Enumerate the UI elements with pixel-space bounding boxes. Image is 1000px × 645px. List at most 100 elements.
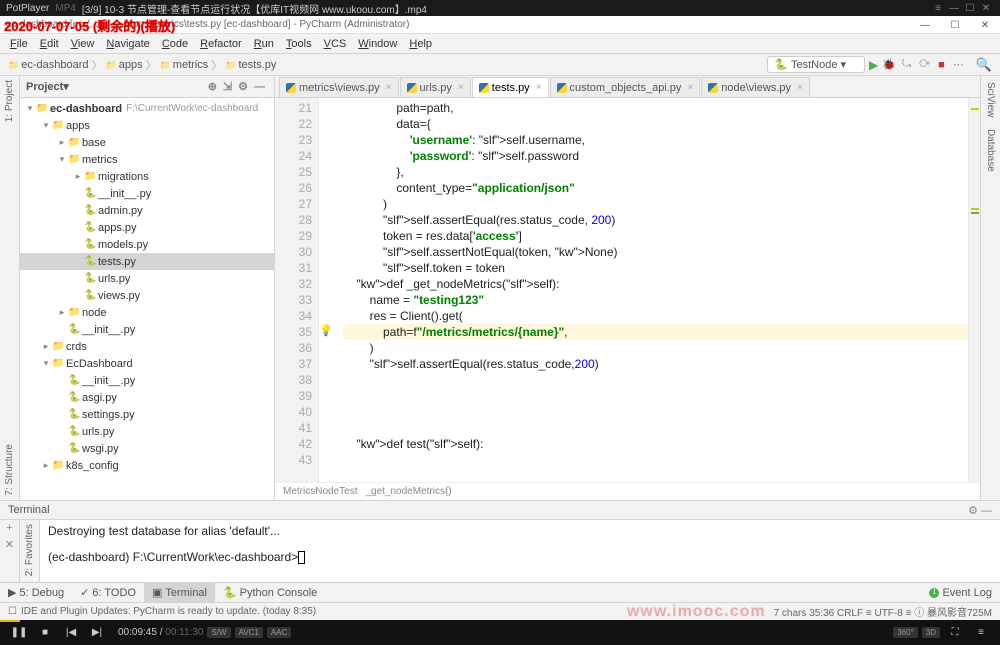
crumb-ec-dashboard[interactable]: ec-dashboard xyxy=(8,59,89,71)
terminal-settings-icon[interactable]: ⚙ — xyxy=(968,504,992,517)
tree-item-models.py[interactable]: 🐍models.py xyxy=(20,236,274,253)
tree-item-EcDashboard[interactable]: 📁EcDashboard xyxy=(20,355,274,372)
stop-button[interactable]: ■ xyxy=(34,624,56,642)
bottom-tool-bar: ▶5: Debug✓6: TODO▣Terminal🐍Python Consol… xyxy=(0,582,1000,602)
tree-item-metrics[interactable]: 📁metrics xyxy=(20,151,274,168)
editor-breadcrumb[interactable]: MetricsNodeTest _get_nodeMetrics() xyxy=(275,482,980,500)
tree-item-settings.py[interactable]: 🐍settings.py xyxy=(20,406,274,423)
project-hide-icon[interactable]: — xyxy=(251,81,268,93)
menu-tools[interactable]: Tools xyxy=(280,38,318,50)
rail-database[interactable]: Database xyxy=(985,123,996,178)
menu-view[interactable]: View xyxy=(65,38,101,50)
tab-tests.py[interactable]: tests.py× xyxy=(472,77,549,97)
prev-button[interactable]: |◀ xyxy=(60,624,82,642)
editor-tabs: metrics\views.py×urls.py×tests.py×custom… xyxy=(275,76,980,98)
menu-code[interactable]: Code xyxy=(156,38,194,50)
fullscreen-icon[interactable]: ⛶ xyxy=(944,624,966,642)
potplayer-menu-icon[interactable]: ≡ xyxy=(930,3,946,14)
rail-project[interactable]: 1: Project xyxy=(4,76,15,126)
rail-sciview[interactable]: SciView xyxy=(985,76,996,123)
menu-vcs[interactable]: VCS xyxy=(318,38,353,50)
project-settings-icon[interactable]: ⚙ xyxy=(235,80,251,93)
terminal-title: Terminal xyxy=(8,504,50,516)
crumb-apps[interactable]: apps xyxy=(106,59,143,71)
tree-item-apps[interactable]: 📁apps xyxy=(20,117,274,134)
gutter[interactable]: 2122232425262728293031323334353637383940… xyxy=(275,98,319,482)
search-icon[interactable]: 🔍 xyxy=(976,57,992,73)
menu-file[interactable]: File xyxy=(4,38,34,50)
project-panel-title: Project xyxy=(26,81,63,93)
project-panel: Project ▾ ⊕ ⇲ ⚙ — 📁ec-dashboardF:\Curren… xyxy=(20,76,275,500)
tree-item-asgi.py[interactable]: 🐍asgi.py xyxy=(20,389,274,406)
debug-button[interactable]: 🐞 xyxy=(882,58,896,71)
tab-urls.py[interactable]: urls.py× xyxy=(400,77,471,97)
potplayer-min-icon[interactable]: — xyxy=(946,3,962,14)
editor-scrollbar[interactable] xyxy=(968,98,980,482)
project-collapse-icon[interactable]: ⇲ xyxy=(220,80,235,93)
menu-run[interactable]: Run xyxy=(248,38,280,50)
event-log-button[interactable]: 1Event Log xyxy=(929,587,1000,599)
project-scroll-from-source-icon[interactable]: ⊕ xyxy=(205,80,220,93)
tree-item-node[interactable]: 📁node xyxy=(20,304,274,321)
potplayer-format: MP4 xyxy=(55,3,76,14)
menu-help[interactable]: Help xyxy=(403,38,438,50)
tab-custom_objects_api.py[interactable]: custom_objects_api.py× xyxy=(550,77,701,97)
more-run-icon[interactable]: ⋯ xyxy=(951,58,966,71)
crumb-tests.py[interactable]: tests.py xyxy=(225,59,276,71)
bottom-tab-5: Debug[interactable]: ▶5: Debug xyxy=(0,583,72,602)
left-tool-rail: 1: Project 7: Structure xyxy=(0,76,20,500)
bottom-tab-6: TODO[interactable]: ✓6: TODO xyxy=(72,583,144,602)
tree-item-base[interactable]: 📁base xyxy=(20,134,274,151)
profile-button[interactable]: ⧂ xyxy=(917,58,932,71)
tree-item-urls.py[interactable]: 🐍urls.py xyxy=(20,423,274,440)
tree-item-admin.py[interactable]: 🐍admin.py xyxy=(20,202,274,219)
tab-metrics\views.py[interactable]: metrics\views.py× xyxy=(279,77,399,97)
terminal-close-icon[interactable]: ✕ xyxy=(5,536,14,553)
potplayer-max-icon[interactable]: ☐ xyxy=(962,3,978,14)
tree-item-urls.py[interactable]: 🐍urls.py xyxy=(20,270,274,287)
menu-refactor[interactable]: Refactor xyxy=(194,38,248,50)
tree-root[interactable]: 📁ec-dashboardF:\CurrentWork\ec-dashboard xyxy=(20,100,274,117)
playlist-icon[interactable]: ≡ xyxy=(970,624,992,642)
bottom-tab-Python Console[interactable]: 🐍Python Console xyxy=(215,583,325,602)
menu-navigate[interactable]: Navigate xyxy=(100,38,155,50)
pycharm-max-icon[interactable]: ☐ xyxy=(940,16,970,34)
terminal-body[interactable]: Destroying test database for alias 'defa… xyxy=(40,520,1000,582)
pause-button[interactable]: ❚❚ xyxy=(8,624,30,642)
tree-item-crds[interactable]: 📁crds xyxy=(20,338,274,355)
right-tool-rail: SciView Database xyxy=(980,76,1000,500)
terminal-header: Terminal ⚙ — xyxy=(0,500,1000,520)
menu-window[interactable]: Window xyxy=(352,38,403,50)
tree-item-views.py[interactable]: 🐍views.py xyxy=(20,287,274,304)
code-editor[interactable]: path=path, data={ 'username': "slf">self… xyxy=(337,98,968,482)
tree-item-k8s_config[interactable]: 📁k8s_config xyxy=(20,457,274,474)
potplayer-close-icon[interactable]: ✕ xyxy=(978,3,994,14)
tree-item-wsgi.py[interactable]: 🐍wsgi.py xyxy=(20,440,274,457)
breadcrumb[interactable]: ec-dashboard〉apps〉metrics〉tests.py xyxy=(8,57,276,73)
run-config-selector[interactable]: 🐍 TestNode ▾ xyxy=(767,56,865,73)
tree-item-__init__.py[interactable]: 🐍__init__.py xyxy=(20,321,274,338)
pycharm-min-icon[interactable]: — xyxy=(910,16,940,34)
pycharm-close-icon[interactable]: ✕ xyxy=(970,16,1000,34)
next-button[interactable]: ▶| xyxy=(86,624,108,642)
crumb-metrics[interactable]: metrics xyxy=(160,59,209,71)
tree-item-migrations[interactable]: 📁migrations xyxy=(20,168,274,185)
coverage-button[interactable]: ⤿ xyxy=(900,58,913,71)
project-tree[interactable]: 📁ec-dashboardF:\CurrentWork\ec-dashboard… xyxy=(20,98,274,500)
terminal-prompt: (ec-dashboard) F:\CurrentWork\ec-dashboa… xyxy=(48,550,298,564)
stop-button[interactable]: ■ xyxy=(936,59,947,71)
bottom-tab-Terminal[interactable]: ▣Terminal xyxy=(144,583,215,602)
potplayer-video-title: [3/9] 10-3 节点管理-查看节点运行状况【优库IT视频网 www.uko… xyxy=(82,1,427,16)
editor-panel: metrics\views.py×urls.py×tests.py×custom… xyxy=(275,76,980,500)
menu-edit[interactable]: Edit xyxy=(34,38,65,50)
tree-item-__init__.py[interactable]: 🐍__init__.py xyxy=(20,185,274,202)
tree-item-apps.py[interactable]: 🐍apps.py xyxy=(20,219,274,236)
rail-favorites[interactable]: 2: Favorites xyxy=(24,520,35,580)
tab-node\views.py[interactable]: node\views.py× xyxy=(701,77,810,97)
tree-item-tests.py[interactable]: 🐍tests.py xyxy=(20,253,274,270)
rail-structure[interactable]: 7: Structure xyxy=(4,440,15,500)
run-button[interactable]: ▶ xyxy=(869,58,878,72)
status-right: 7 chars 35:36 CRLF ≡ UTF-8 ≡ ⓘ 暴风影音725M xyxy=(774,604,992,619)
tree-item-__init__.py[interactable]: 🐍__init__.py xyxy=(20,372,274,389)
terminal-new-icon[interactable]: + xyxy=(6,520,12,536)
